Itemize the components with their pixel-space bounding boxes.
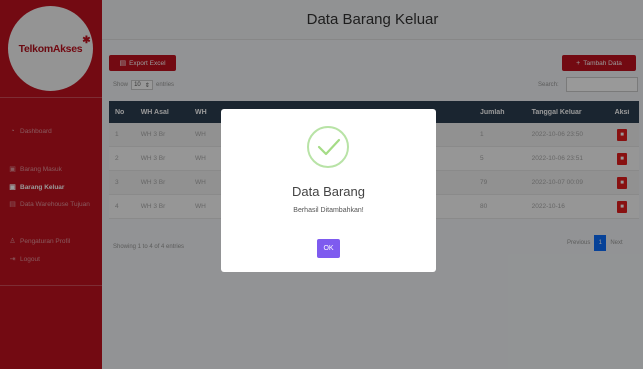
success-dialog: Data Barang Berhasil Ditambahkan! OK — [221, 109, 436, 272]
success-check-icon — [307, 126, 349, 168]
dialog-title: Data Barang — [292, 184, 365, 199]
ok-button[interactable]: OK — [317, 239, 340, 258]
dialog-message: Berhasil Ditambahkan! — [293, 207, 364, 214]
